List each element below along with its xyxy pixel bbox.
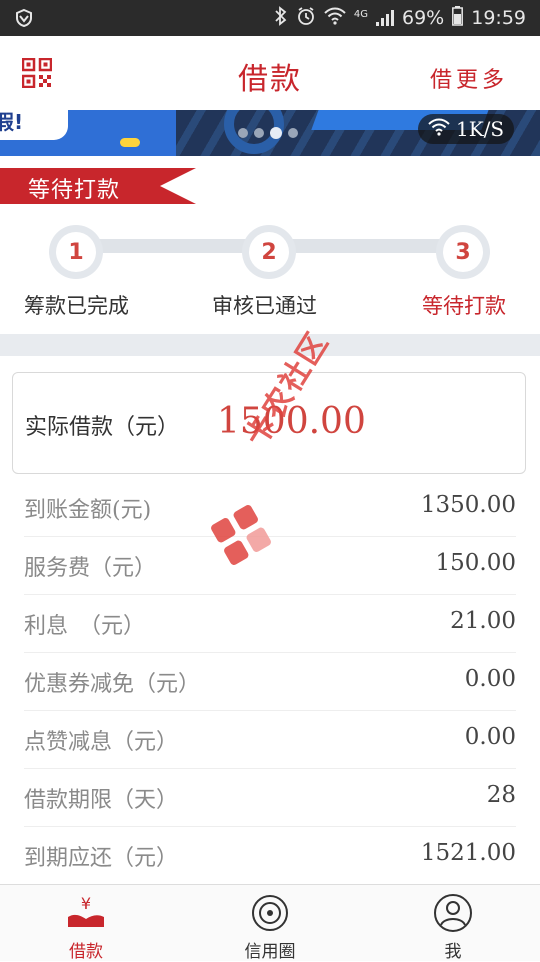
actual-loan-label: 实际借款（元）: [25, 415, 180, 440]
banner-dot[interactable]: [254, 128, 264, 138]
detail-label: 利息 （元）: [24, 614, 146, 639]
detail-row-like-discount: 点赞减息（元） 0.00: [24, 710, 516, 769]
detail-value: 0.00: [464, 666, 516, 692]
step-3-label: 等待打款: [422, 294, 506, 318]
detail-value: 0.00: [464, 724, 516, 750]
shield-notification-icon: [14, 8, 34, 32]
banner-dot[interactable]: [288, 128, 298, 138]
step-1-label: 筹款已完成: [24, 294, 129, 318]
detail-row-interest: 利息 （元） 21.00: [24, 594, 516, 653]
battery-icon: [452, 5, 464, 31]
credit-circle-icon: [250, 893, 290, 933]
battery-percent: 69%: [402, 7, 445, 29]
alarm-icon: [296, 6, 316, 31]
banner-dot-active[interactable]: [270, 127, 282, 139]
detail-label: 服务费（元）: [24, 556, 157, 581]
nav-loan-label: 借款: [69, 942, 103, 962]
detail-label: 到账金额(元): [24, 498, 152, 523]
step-2-label: 审核已通过: [212, 294, 317, 318]
app-header: 借款 借更多: [0, 36, 540, 110]
nav-me[interactable]: 我: [393, 885, 513, 962]
status-ribbon-label: 等待打款: [28, 178, 121, 203]
network-speed: 1K/S: [456, 117, 505, 141]
wifi-icon: [428, 117, 450, 141]
banner-dot[interactable]: [238, 128, 248, 138]
bottom-navigation: ¥ 借款 信用圈 我: [0, 884, 540, 962]
wifi-icon: [324, 7, 346, 30]
detail-value: 1350.00: [420, 492, 516, 518]
detail-value: 1521.00: [420, 840, 516, 866]
section-divider: [0, 334, 540, 356]
step-3-circle: 3: [436, 225, 490, 279]
clock: 19:59: [471, 7, 526, 29]
detail-value: 21.00: [450, 608, 516, 634]
network-type: 4G: [353, 8, 368, 20]
detail-value: 150.00: [435, 550, 516, 576]
step-2-number: 2: [249, 232, 289, 272]
banner-text: 放假!: [0, 110, 24, 134]
signal-icon: [376, 10, 394, 26]
status-bar: 4G 69% 19:59: [0, 0, 540, 36]
banner-left-panel: 放假!: [0, 110, 176, 156]
nav-credit-circle-label: 信用圈: [244, 942, 296, 962]
step-2-circle: 2: [242, 225, 296, 279]
detail-label: 点赞减息（元）: [24, 730, 179, 755]
detail-row-due-amount: 到期应还（元） 1521.00: [24, 826, 516, 884]
network-speed-overlay: 1K/S: [418, 114, 515, 144]
watermark-logo-icon: [211, 505, 271, 565]
step-1-circle: 1: [49, 225, 103, 279]
loan-icon: ¥: [66, 893, 106, 933]
detail-label: 借款期限（天）: [24, 788, 179, 813]
detail-label: 优惠券减免（元）: [24, 672, 201, 697]
nav-credit-circle[interactable]: 信用圈: [210, 885, 330, 962]
step-3-number: 3: [443, 232, 483, 272]
bluetooth-icon: [274, 5, 288, 31]
detail-row-term: 借款期限（天） 28: [24, 768, 516, 827]
promo-banner[interactable]: 放假! 1K/S: [0, 110, 540, 156]
step-1-number: 1: [56, 232, 96, 272]
detail-value: 28: [486, 782, 516, 808]
banner-pagination[interactable]: [238, 127, 298, 139]
svg-text:¥: ¥: [81, 894, 91, 913]
borrow-more-link[interactable]: 借更多: [430, 62, 508, 94]
nav-loan[interactable]: ¥ 借款: [26, 885, 146, 962]
nav-me-label: 我: [444, 942, 462, 962]
user-icon: [433, 893, 473, 933]
watermark: 卡农社区: [206, 326, 366, 570]
detail-label: 到期应还（元）: [24, 846, 179, 871]
banner-coin: [120, 138, 140, 147]
detail-row-coupon: 优惠券减免（元） 0.00: [24, 652, 516, 711]
